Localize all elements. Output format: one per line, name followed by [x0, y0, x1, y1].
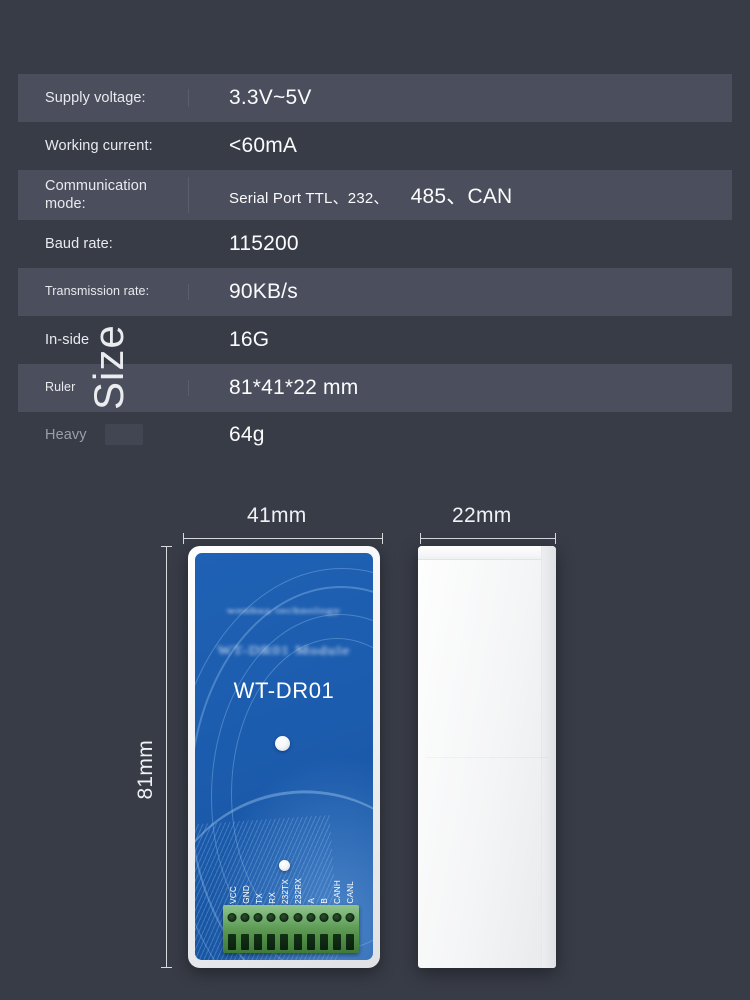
- spec-value-communication-lead: Serial Port TTL、232、: [229, 190, 389, 207]
- spec-label-working-current: Working current:: [45, 137, 153, 154]
- terminal-pin: [265, 909, 277, 951]
- pin-label-canl: CANL: [346, 881, 355, 904]
- pin-label-rx: RX: [268, 892, 277, 904]
- spec-value-inside: 16G: [229, 328, 270, 351]
- terminal-slot: [346, 934, 355, 950]
- spec-value-baud-rate: 115200: [229, 232, 299, 255]
- terminal-screw-icon: [279, 913, 289, 922]
- dimension-label-width: 41mm: [247, 504, 307, 527]
- terminal-pin-labels: VCC GND TX RX 232TX 232RX A B CANH CANL: [229, 870, 359, 904]
- pin-label-232rx: 232RX: [294, 877, 303, 904]
- terminal-pin: [331, 909, 343, 951]
- terminal-pin: [292, 909, 304, 951]
- table-row: Baud rate: 115200: [18, 220, 732, 268]
- table-row: Working current: <60mA: [18, 122, 732, 170]
- terminal-slot: [320, 934, 329, 950]
- device-front-faceplate: wenhua technology WT-DR01 Module WT-DR01…: [195, 553, 373, 960]
- terminal-screw-icon: [227, 913, 237, 922]
- brand-line-obscured-1: wenhua technology: [226, 604, 342, 616]
- terminal-pin: [344, 909, 356, 951]
- spec-value-heavy: 64g: [229, 423, 265, 446]
- terminal-pin: [252, 909, 264, 951]
- table-row: Ruler 81*41*22 mm: [18, 364, 732, 412]
- terminal-screw-icon: [253, 913, 263, 922]
- spec-label-supply-voltage: Supply voltage:: [18, 88, 189, 108]
- spec-value-communication-mode: Serial Port TTL、232、 485、CAN: [189, 180, 732, 210]
- pin-label-vcc: VCC: [229, 886, 238, 904]
- terminal-slot: [306, 934, 315, 950]
- terminal-slot: [240, 934, 249, 950]
- terminal-slot: [333, 934, 342, 950]
- spec-label-baud-rate: Baud rate:: [45, 235, 113, 252]
- brand-line-obscured-2: WT-DR01 Module: [217, 644, 351, 658]
- terminal-pin: [278, 909, 290, 951]
- terminal-screw-icon: [240, 913, 250, 922]
- terminal-slot: [267, 934, 276, 950]
- terminal-slot: [280, 934, 289, 950]
- terminal-slot: [227, 934, 236, 950]
- terminal-screw-icon: [319, 913, 329, 922]
- terminal-pin: [226, 909, 238, 951]
- terminal-screw-icon: [332, 913, 342, 922]
- pin-label-gnd: GND: [242, 885, 251, 904]
- dimension-line-width: [183, 533, 383, 544]
- terminal-pin: [305, 909, 317, 951]
- spec-label-transmission-rate: Transmission rate:: [18, 284, 189, 300]
- terminal-slot: [293, 934, 302, 950]
- pin-label-232tx: 232TX: [281, 878, 290, 904]
- spec-label-communication-mode: Communication mode:: [18, 176, 189, 214]
- heavy-ghost-block: [105, 424, 143, 445]
- device-model-name: WT-DR01: [233, 678, 335, 703]
- pin-label-tx: TX: [255, 893, 264, 904]
- pin-label-b: B: [320, 898, 329, 904]
- spec-value-supply-voltage: 3.3V~5V: [229, 86, 312, 109]
- table-row: In-side 16G: [18, 316, 732, 364]
- pin-label-canh: CANH: [333, 880, 342, 904]
- status-led-upper: [275, 736, 290, 751]
- terminal-pin: [318, 909, 330, 951]
- dimension-line-depth: [420, 533, 556, 544]
- spec-value-working-current: <60mA: [229, 134, 298, 157]
- spec-value-transmission-rate: 90KB/s: [229, 280, 298, 303]
- device-side-view: [418, 546, 556, 968]
- device-side-seam: [426, 757, 548, 758]
- pin-label-a: A: [307, 898, 316, 904]
- table-row: Supply voltage: 3.3V~5V: [18, 74, 732, 122]
- spec-label-ruler: Ruler: [18, 380, 189, 396]
- terminal-slot: [254, 934, 262, 950]
- dimension-label-depth: 22mm: [452, 504, 512, 527]
- table-row: Transmission rate: 90KB/s: [18, 268, 732, 316]
- dimension-label-height: 81mm: [134, 740, 157, 800]
- terminal-screw-icon: [345, 913, 355, 922]
- spec-value-ruler: 81*41*22 mm: [229, 376, 359, 399]
- spec-label-heavy: Heavy: [45, 426, 87, 443]
- device-front-view: wenhua technology WT-DR01 Module WT-DR01…: [188, 546, 380, 968]
- green-terminal-block: [223, 905, 359, 953]
- device-side-top-edge: [418, 546, 556, 560]
- specification-table: Supply voltage: 3.3V~5V Working current:…: [18, 74, 732, 458]
- spec-value-communication-tail: 485、CAN: [410, 185, 513, 208]
- terminal-pin: [239, 909, 251, 951]
- terminal-screw-icon: [293, 913, 303, 922]
- spec-label-inside: In-side: [45, 331, 90, 348]
- table-row: Communication mode: Serial Port TTL、232、…: [18, 170, 732, 220]
- dimension-line-height: [161, 546, 172, 968]
- terminal-screw-icon: [306, 913, 316, 922]
- terminal-screw-icon: [266, 913, 276, 922]
